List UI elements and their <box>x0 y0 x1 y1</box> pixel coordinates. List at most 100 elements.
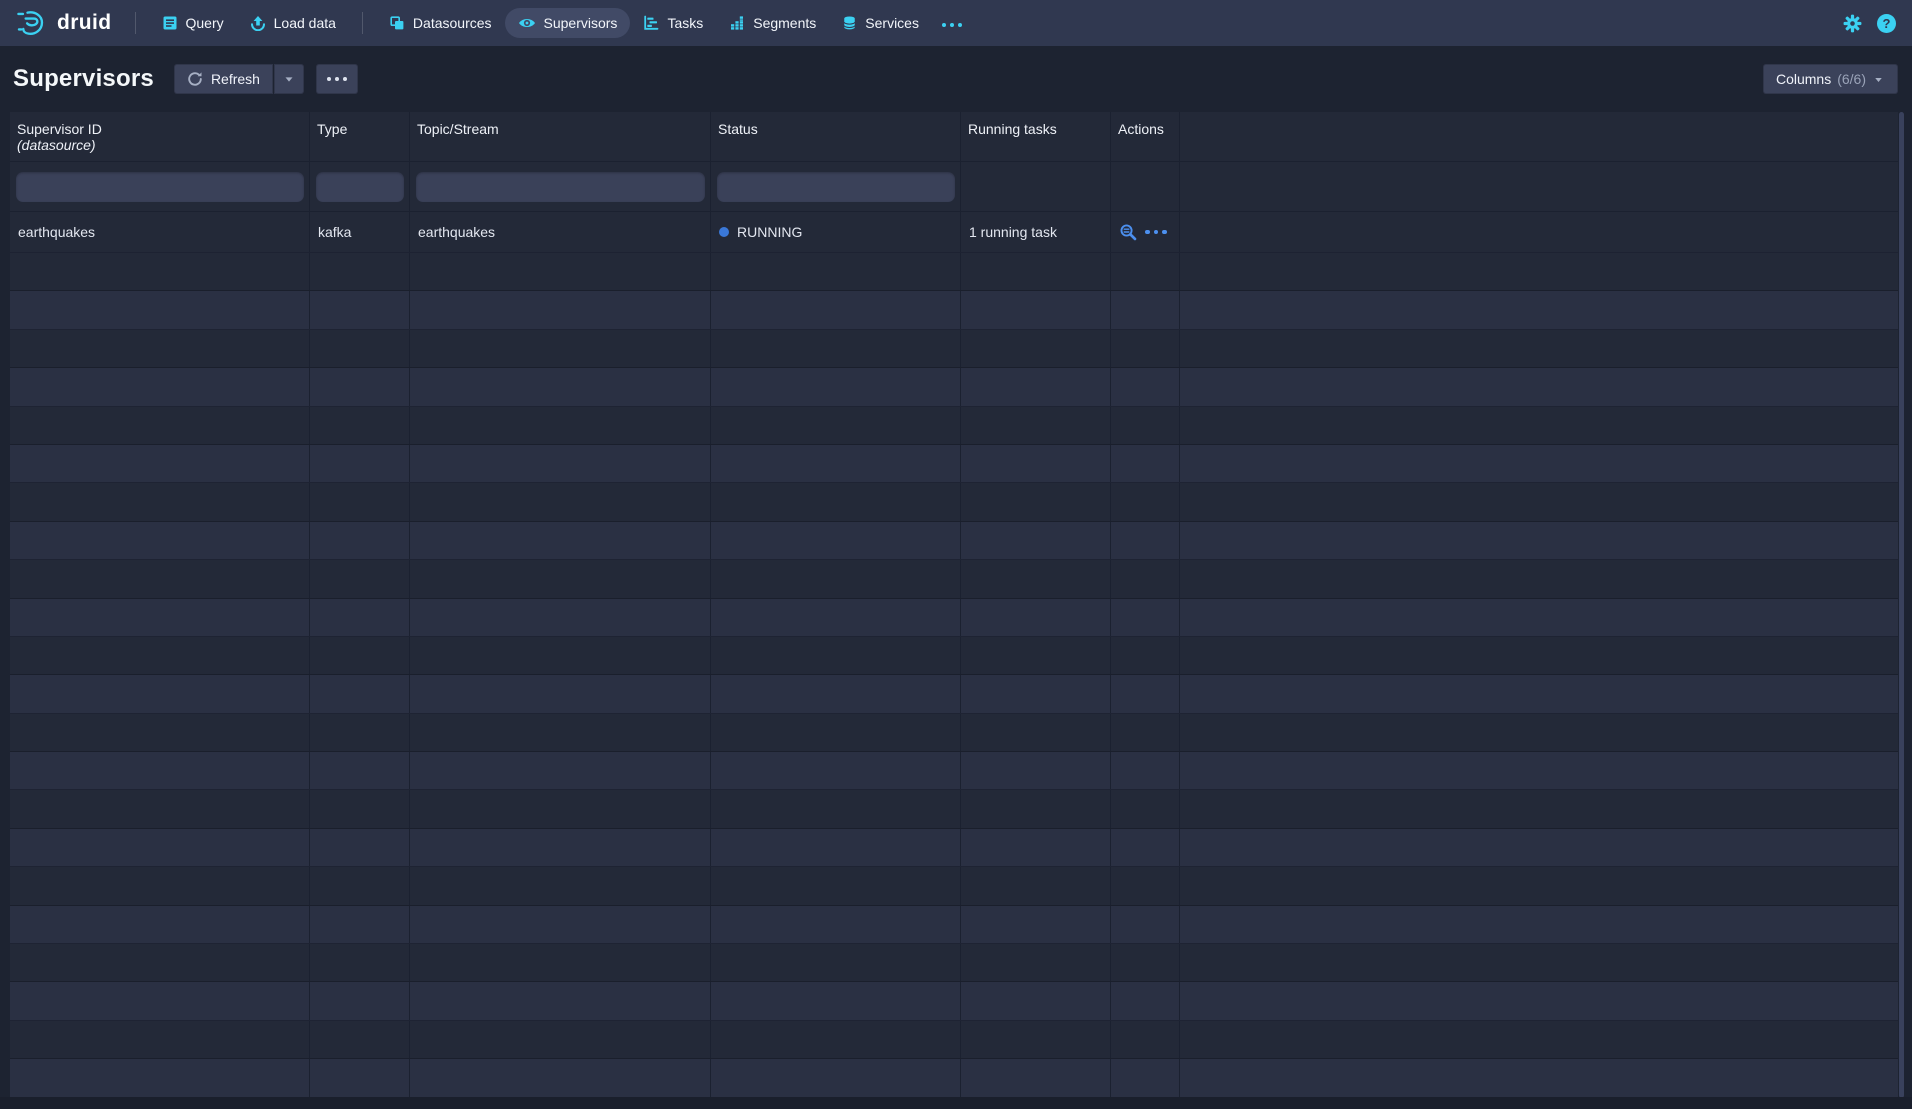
empty-cell <box>711 867 961 904</box>
header-actions[interactable]: Actions <box>1111 112 1180 161</box>
empty-cell <box>711 330 961 367</box>
empty-table-row <box>10 253 1898 291</box>
nav-item-query[interactable]: Query <box>149 8 237 38</box>
columns-button[interactable]: Columns (6/6) <box>1763 64 1898 94</box>
empty-cell <box>10 790 310 827</box>
empty-cell <box>310 253 410 290</box>
empty-cell <box>711 675 961 712</box>
empty-cell <box>410 291 711 328</box>
filter-input-type[interactable] <box>316 172 404 202</box>
more-icon <box>942 23 962 27</box>
empty-cell <box>310 829 410 866</box>
supervisors-icon <box>518 16 536 30</box>
empty-cell <box>961 790 1111 827</box>
cell-type: kafka <box>310 212 410 252</box>
table-header-row: Supervisor ID (datasource) Type Topic/St… <box>10 112 1898 162</box>
empty-cell <box>1111 445 1180 482</box>
empty-cell <box>711 752 961 789</box>
nav-item-services[interactable]: Services <box>829 8 932 38</box>
refresh-interval-button[interactable] <box>274 64 304 94</box>
filter-input-supervisor-id[interactable] <box>16 172 304 202</box>
empty-cell <box>1180 599 1898 636</box>
filter-input-topic-stream[interactable] <box>416 172 705 202</box>
empty-cell <box>410 560 711 597</box>
empty-cell <box>310 714 410 751</box>
empty-cell <box>1111 714 1180 751</box>
help-icon[interactable]: ? <box>1877 14 1896 33</box>
nav-item-load-data[interactable]: Load data <box>237 8 349 38</box>
empty-table-row <box>10 560 1898 598</box>
cell-actions <box>1111 212 1180 252</box>
row-more-actions-icon[interactable] <box>1145 230 1167 235</box>
empty-table-row <box>10 1021 1898 1059</box>
empty-cell <box>310 560 410 597</box>
empty-cell <box>1180 330 1898 367</box>
cell-filler <box>1180 212 1898 252</box>
empty-cell <box>961 1059 1111 1096</box>
cell-topic-stream: earthquakes <box>410 212 711 252</box>
empty-cell <box>711 368 961 405</box>
empty-cell <box>961 330 1111 367</box>
vertical-scrollbar[interactable] <box>1899 112 1904 1098</box>
empty-cell <box>10 445 310 482</box>
empty-cell <box>10 407 310 444</box>
empty-cell <box>961 599 1111 636</box>
empty-cell <box>410 445 711 482</box>
empty-table-row <box>10 522 1898 560</box>
empty-cell <box>310 1021 410 1058</box>
header-topic-stream[interactable]: Topic/Stream <box>410 112 711 161</box>
empty-cell <box>711 291 961 328</box>
filter-input-status[interactable] <box>717 172 955 202</box>
header-status[interactable]: Status <box>711 112 961 161</box>
cell-running-tasks: 1 running task <box>961 212 1111 252</box>
empty-cell <box>10 944 310 981</box>
nav-more-button[interactable] <box>932 6 972 40</box>
empty-cell <box>310 790 410 827</box>
druid-logo[interactable]: druid <box>16 9 112 38</box>
empty-cell <box>1180 829 1898 866</box>
empty-cell <box>410 253 711 290</box>
empty-table-row <box>10 637 1898 675</box>
header-type[interactable]: Type <box>310 112 410 161</box>
druid-console: druid Query Load data D <box>0 0 1912 1109</box>
empty-cell <box>711 1059 961 1096</box>
empty-cell <box>310 483 410 520</box>
datasources-icon <box>389 15 405 31</box>
header-more-button[interactable] <box>316 64 358 94</box>
nav-item-segments[interactable]: Segments <box>716 8 829 38</box>
empty-cell <box>310 330 410 367</box>
view-detail-icon[interactable] <box>1119 223 1137 241</box>
empty-cell <box>961 407 1111 444</box>
empty-cell <box>10 483 310 520</box>
empty-cell <box>1111 291 1180 328</box>
empty-cell <box>1180 253 1898 290</box>
nav-item-supervisors[interactable]: Supervisors <box>505 8 631 38</box>
empty-cell <box>10 599 310 636</box>
header-sublabel: (datasource) <box>17 137 301 153</box>
header-running-tasks[interactable]: Running tasks <box>961 112 1111 161</box>
empty-cell <box>410 599 711 636</box>
druid-logo-icon <box>16 9 48 38</box>
empty-cell <box>410 752 711 789</box>
empty-cell <box>310 982 410 1019</box>
cell-status: RUNNING <box>711 212 961 252</box>
empty-cell <box>410 982 711 1019</box>
header-supervisor-id[interactable]: Supervisor ID (datasource) <box>10 112 310 161</box>
gear-icon[interactable] <box>1843 14 1862 33</box>
empty-cell <box>410 906 711 943</box>
empty-cell <box>10 1021 310 1058</box>
empty-cell <box>310 599 410 636</box>
empty-cell <box>310 906 410 943</box>
empty-table-row <box>10 867 1898 905</box>
empty-cell <box>1111 944 1180 981</box>
refresh-button[interactable]: Refresh <box>174 64 273 94</box>
nav-item-tasks[interactable]: Tasks <box>630 8 716 38</box>
empty-cell <box>10 637 310 674</box>
logo-text: druid <box>57 11 112 35</box>
nav-item-datasources[interactable]: Datasources <box>376 8 505 38</box>
empty-cell <box>961 714 1111 751</box>
empty-cell <box>10 1059 310 1096</box>
empty-cell <box>711 829 961 866</box>
empty-cell <box>1180 714 1898 751</box>
supervisor-row[interactable]: earthquakes kafka earthquakes RUNNING 1 … <box>10 212 1898 253</box>
